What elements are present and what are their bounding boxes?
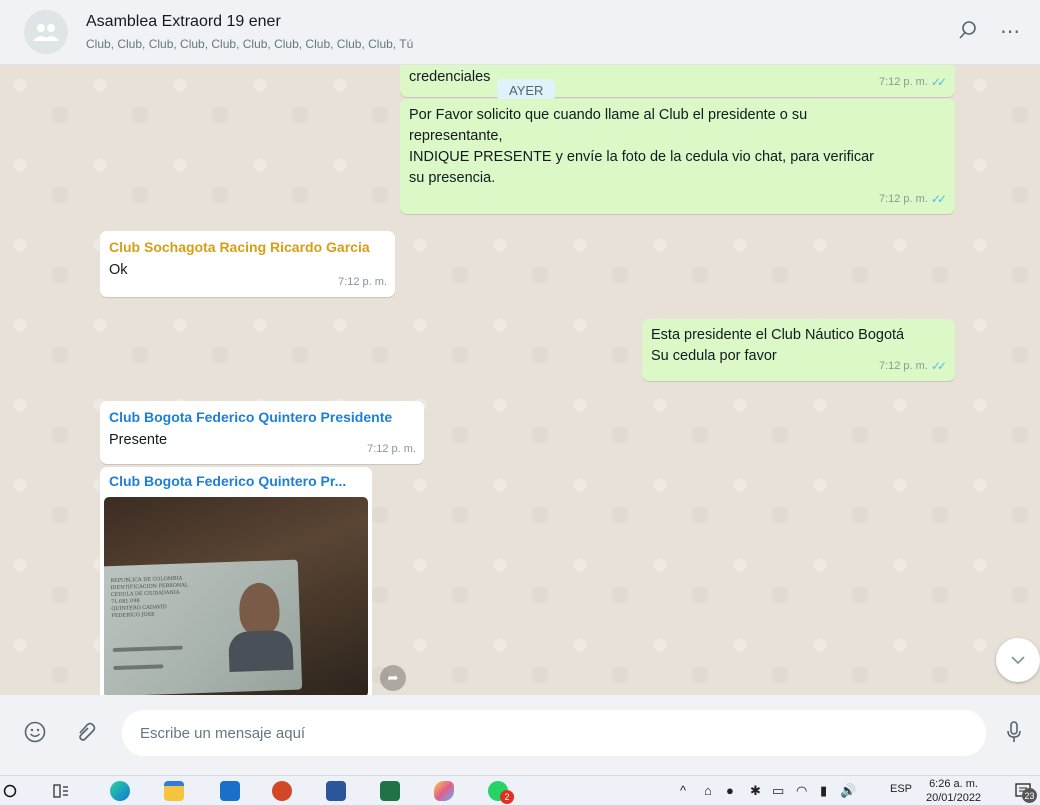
search-circle-icon[interactable] (2, 780, 18, 802)
message-time: 7:12 p. m. (878, 76, 928, 88)
message-line: Esta presidente el Club Náutico Bogotá (651, 327, 905, 343)
message-incoming[interactable]: Club Bogota Federico Quintero Presidente… (100, 401, 424, 464)
chevron-down-icon (1011, 656, 1025, 665)
language-indicator[interactable]: ESP (890, 783, 912, 795)
read-ticks-icon: ✓✓ (930, 75, 947, 89)
message-text: credenciales (409, 69, 491, 85)
volume-icon[interactable]: 🔊 (840, 783, 856, 799)
more-options-icon[interactable]: ⋯ (1000, 22, 1020, 42)
task-view-icon[interactable] (50, 780, 72, 802)
show-hidden-icons-icon[interactable]: ^ (680, 783, 686, 798)
tray-battery-icon[interactable]: ▭ (772, 783, 784, 799)
word-icon[interactable] (324, 780, 348, 802)
tray-bluetooth-icon[interactable]: ✱ (750, 783, 761, 799)
message-time: 7:12 p. m. (367, 443, 416, 455)
id-card-text: FEDERICO JOSE (111, 611, 155, 620)
message-outgoing[interactable]: Por Favor solicito que cuando llame al C… (400, 99, 955, 214)
message-time: 7:12 p. m. (878, 360, 928, 372)
microphone-icon[interactable] (1006, 721, 1022, 749)
message-line: INDIQUE PRESENTE y envíe la foto de la c… (409, 149, 875, 165)
tray-app-icon[interactable]: ⌂ (704, 783, 712, 798)
read-ticks-icon: ✓✓ (930, 359, 947, 373)
clock-date: 20/01/2022 (926, 792, 982, 804)
paint-icon[interactable] (432, 780, 456, 802)
forward-icon[interactable]: ➦ (380, 665, 406, 691)
id-card: REPUBLICA DE COLOMBIA IDENTIFICACION PER… (104, 559, 303, 695)
message-line: Por Favor solicito que cuando llame al C… (409, 107, 808, 123)
sender-name[interactable]: Club Sochagota Racing Ricardo Garcia (109, 237, 386, 258)
participants-list: Club, Club, Club, Club, Club, Club, Club… (86, 37, 414, 51)
id-card-photo[interactable]: REPUBLICA DE COLOMBIA IDENTIFICACION PER… (104, 497, 368, 695)
emoji-icon[interactable] (24, 721, 46, 749)
mail-icon[interactable] (218, 780, 242, 802)
image-message[interactable]: Club Bogota Federico Quintero Pr... REPU… (100, 467, 372, 695)
read-ticks-icon: ✓✓ (930, 192, 947, 206)
message-incoming[interactable]: Club Sochagota Racing Ricardo Garcia Ok … (100, 231, 395, 297)
edge-icon[interactable] (108, 780, 132, 802)
portrait (238, 582, 281, 636)
group-icon (33, 24, 59, 41)
message-outgoing[interactable]: credenciales 7:12 p. m. ✓✓ (400, 65, 955, 97)
message-line: su presencia. (409, 170, 496, 186)
whatsapp-icon[interactable]: 2 (486, 780, 514, 804)
message-input[interactable]: Escribe un mensaje aquí (122, 710, 986, 756)
microphone-tray-icon[interactable]: ▮ (820, 783, 827, 799)
chat-header[interactable]: Asamblea Extraord 19 ener Club, Club, Cl… (0, 0, 1040, 65)
tray-security-icon[interactable]: ● (726, 783, 734, 798)
clock-time: 6:26 a. m. (929, 778, 978, 790)
message-outgoing[interactable]: Esta presidente el Club Náutico Bogotá S… (642, 319, 955, 381)
group-avatar[interactable] (24, 10, 68, 54)
sender-name[interactable]: Club Bogota Federico Quintero Presidente (109, 407, 415, 428)
sender-name[interactable]: Club Bogota Federico Quintero Pr... (104, 473, 368, 489)
attach-icon[interactable] (76, 721, 96, 749)
notif-count: 23 (1022, 788, 1037, 803)
system-clock[interactable]: 6:26 a. m. 20/01/2022 (926, 777, 981, 805)
file-explorer-icon[interactable] (162, 780, 186, 802)
message-line: representante, (409, 128, 503, 144)
app-badge: 2 (500, 790, 514, 804)
scroll-down-button[interactable] (996, 638, 1040, 682)
message-time: 7:12 p. m. (338, 276, 387, 288)
chat-title: Asamblea Extraord 19 ener (86, 13, 281, 30)
search-icon[interactable] (958, 20, 978, 44)
chat-area[interactable]: credenciales 7:12 p. m. ✓✓ AYER Por Favor… (0, 65, 1040, 695)
compose-bar: Escribe un mensaje aquí (0, 695, 1040, 775)
excel-icon[interactable] (378, 780, 402, 802)
notifications-icon[interactable]: 23 (1010, 780, 1037, 803)
wifi-icon[interactable]: ◠ (796, 783, 807, 799)
message-time: 7:12 p. m. (878, 193, 928, 205)
powerpoint-icon[interactable] (270, 780, 294, 802)
taskbar: 2 ^ ⌂ ● ✱ ▭ ◠ ▮ 🔊 ESP 6:26 a. m. 20/01/2… (0, 775, 1040, 805)
